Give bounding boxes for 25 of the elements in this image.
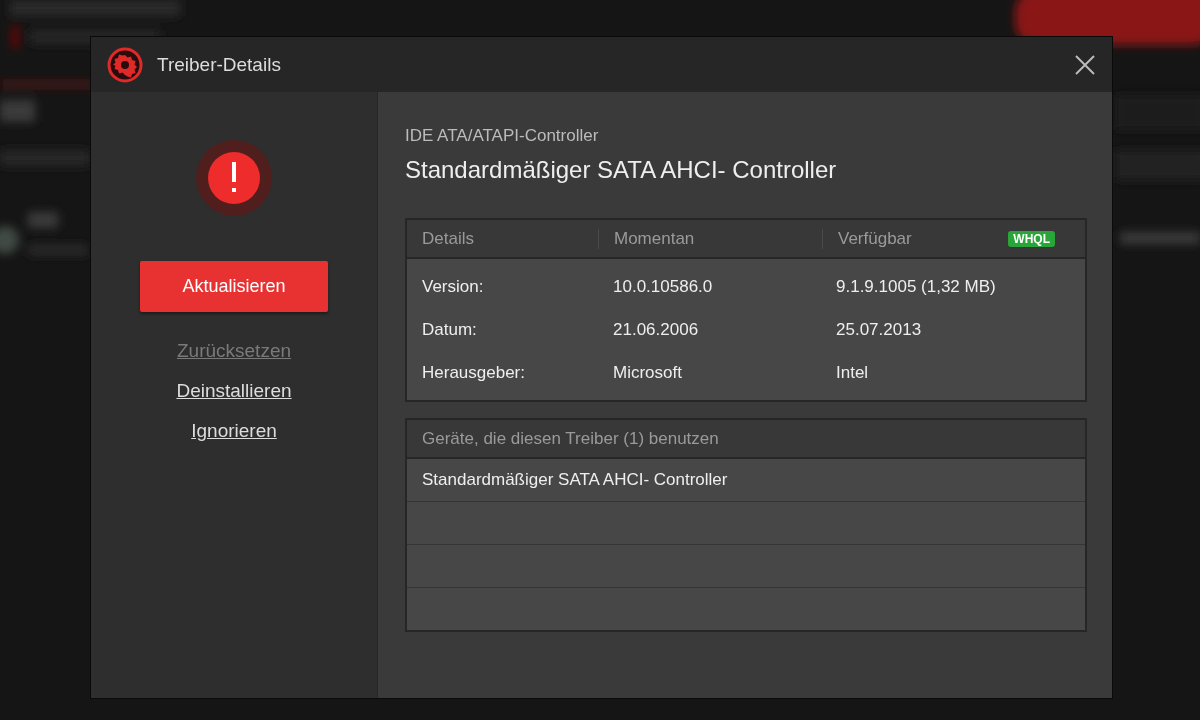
warning-icon bbox=[194, 138, 274, 218]
gear-logo-icon bbox=[107, 46, 143, 83]
update-button[interactable]: Aktualisieren bbox=[140, 261, 328, 312]
device-item[interactable]: Standardmäßiger SATA AHCI- Controller bbox=[422, 470, 728, 490]
driver-name: Standardmäßiger SATA AHCI- Controller bbox=[405, 156, 838, 184]
action-link[interactable]: Ignorieren bbox=[191, 420, 277, 442]
window-title: Treiber-Details bbox=[157, 53, 282, 76]
table-cell: Datum: bbox=[422, 319, 477, 339]
table-cell: Herausgeber: bbox=[422, 362, 525, 382]
table-cell: 10.0.10586.0 bbox=[613, 276, 713, 296]
close-icon bbox=[1075, 54, 1095, 75]
table-cell: Intel bbox=[836, 362, 869, 382]
table-cell: 25.07.2013 bbox=[836, 319, 922, 339]
column-header: Details bbox=[422, 228, 474, 249]
close-button[interactable] bbox=[1074, 53, 1096, 76]
certification-badge: WHQL bbox=[1008, 230, 1055, 247]
table-cell: Microsoft bbox=[613, 362, 682, 382]
table-cell: Version: bbox=[422, 276, 484, 296]
column-header: Momentan bbox=[614, 228, 695, 249]
action-link[interactable]: Deinstallieren bbox=[176, 380, 292, 402]
table-cell: 9.1.9.1005 (1,32 MB) bbox=[836, 276, 996, 296]
table-cell: 21.06.2006 bbox=[613, 319, 699, 339]
column-header: Verfügbar bbox=[838, 228, 912, 249]
driver-category: IDE ATA/ATAPI-Controller bbox=[405, 126, 600, 146]
list-header: Geräte, die diesen Treiber (1) benutzen bbox=[422, 428, 719, 449]
